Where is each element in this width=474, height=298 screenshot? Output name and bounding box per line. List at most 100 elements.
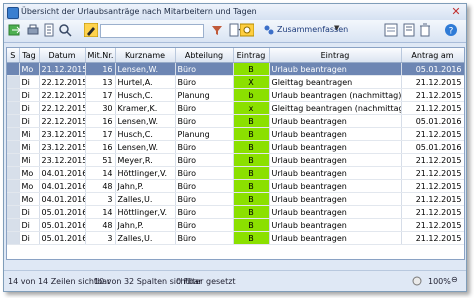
table-cell: Mi	[19, 153, 40, 167]
table-row[interactable]: Di 05.01.2016 3 Zalles,U. Büro B Urlaub beantr…	[7, 231, 464, 245]
table-cell: 13	[85, 75, 116, 89]
filter-icon[interactable]	[210, 23, 224, 37]
column-header[interactable]: Kurzname	[115, 48, 176, 63]
table-cell: 04.01.2016	[39, 192, 86, 206]
export-icon[interactable]	[8, 23, 22, 37]
column-header[interactable]: Tag	[19, 48, 40, 63]
table-cell: 21.12.2015	[401, 231, 464, 245]
table-cell: Zalles,U.	[115, 231, 176, 245]
table-cell: 14	[85, 166, 116, 180]
table-cell	[7, 205, 20, 219]
main-window: Übersicht der Urlaubsanträge nach Mitarb…	[3, 3, 467, 292]
table-cell: Büro	[175, 205, 234, 219]
table-cell: Büro	[175, 75, 234, 89]
table-cell: Büro	[175, 62, 234, 76]
table-cell: 16	[85, 62, 116, 76]
column-header[interactable]: Mit.Nr.	[85, 48, 116, 63]
zoom-menu-icon[interactable]: ⊖	[451, 275, 458, 284]
page-setup-icon[interactable]	[42, 23, 56, 37]
column-header[interactable]: Eintrag	[269, 48, 402, 63]
table-cell: Büro	[175, 179, 234, 193]
table-row[interactable]: Mi 23.12.2015 17 Husch,C. Planung B Urlaub bea…	[7, 127, 464, 141]
table-cell: Di	[19, 231, 40, 245]
table-cell: b	[233, 88, 270, 102]
table-cell: B	[233, 205, 270, 219]
delete-icon[interactable]	[418, 23, 432, 37]
table-cell: Gleittag beantragen (nachmittag)	[269, 101, 402, 115]
table-cell: Di	[19, 88, 40, 102]
table-cell: 17	[85, 127, 116, 141]
table-cell: Mo	[19, 62, 40, 76]
table-cell: Di	[19, 205, 40, 219]
table-cell	[7, 192, 20, 206]
table-body: Mo 21.12.2015 16 Lensen,W. Büro B Urlaub beant…	[7, 62, 464, 245]
print-preview-icon[interactable]	[402, 23, 416, 37]
table-cell: Höttlinger,V.	[115, 205, 176, 219]
highlight-icon[interactable]	[84, 23, 98, 37]
group-icon[interactable]	[240, 23, 254, 37]
table-cell: B	[233, 231, 270, 245]
table-cell: 16	[85, 114, 116, 128]
table-cell: Urlaub beantragen	[269, 192, 402, 206]
table-cell: 04.01.2016	[39, 166, 86, 180]
table-row[interactable]: Di 22.12.2015 30 Kramer,K. Büro x Gleittag bea…	[7, 101, 464, 115]
table-cell: B	[233, 179, 270, 193]
table-cell: 22.12.2015	[39, 88, 86, 102]
status-bar: 14 von 14 Zeilen sichtbar 10 von 32 Spal…	[4, 270, 466, 291]
table-row[interactable]: Mo 21.12.2015 16 Lensen,W. Büro B Urlaub beant…	[7, 62, 464, 76]
table-cell: Urlaub beantragen	[269, 140, 402, 154]
window-title: Übersicht der Urlaubsanträge nach Mitarb…	[21, 7, 257, 16]
table-cell: Mi	[19, 140, 40, 154]
table-cell: 05.01.2016	[401, 114, 464, 128]
table-cell: B	[233, 166, 270, 180]
column-header[interactable]: Abteilung	[175, 48, 234, 63]
table-row[interactable]: Mo 04.01.2016 48 Jahn,P. Büro B Urlaub beantra…	[7, 179, 464, 193]
summarize-icon	[264, 25, 274, 35]
print-icon[interactable]	[26, 23, 40, 37]
table-row[interactable]: Mo 04.01.2016 14 Höttlinger,V. Büro B Urlaub b…	[7, 166, 464, 180]
table-row[interactable]: Mi 23.12.2015 16 Lensen,W. Büro B Urlaub beant…	[7, 140, 464, 154]
table-cell: B	[233, 62, 270, 76]
table-row[interactable]: Di 05.01.2016 48 Jahn,P. Büro B Urlaub beantra…	[7, 218, 464, 232]
header-row: S Tag Datum Mit.Nr. Kurzname Abteilung Eintrag…	[7, 48, 464, 63]
table-cell: B	[233, 192, 270, 206]
table-cell: Büro	[175, 114, 234, 128]
table-cell: 21.12.2015	[401, 218, 464, 232]
table-cell	[7, 140, 20, 154]
table-cell: Urlaub beantragen	[269, 153, 402, 167]
column-header[interactable]: Eintrag	[233, 48, 270, 63]
table-row[interactable]: Mo 04.01.2016 3 Zalles,U. Büro B Urlaub beantr…	[7, 192, 464, 206]
table-cell: Büro	[175, 192, 234, 206]
table-cell: 21.12.2015	[401, 101, 464, 115]
summarize-chevron-down-icon[interactable]: ▼	[334, 24, 339, 32]
table-cell: 48	[85, 218, 116, 232]
table-cell: 23.12.2015	[39, 153, 86, 167]
table-cell	[7, 218, 20, 232]
table-cell: Höttlinger,V.	[115, 166, 176, 180]
table-cell: Jahn,P.	[115, 218, 176, 232]
table-cell: 22.12.2015	[39, 75, 86, 89]
zoom-level: 100%	[428, 277, 451, 286]
table-row[interactable]: Di 22.12.2015 17 Husch,C. Planung b Urlaub bea…	[7, 88, 464, 102]
table-cell: Urlaub beantragen	[269, 218, 402, 232]
data-grid[interactable]: S Tag Datum Mit.Nr. Kurzname Abteilung Eintrag…	[6, 47, 465, 260]
table-cell	[7, 101, 20, 115]
table-row[interactable]: Di 22.12.2015 13 Hurtel,A. Büro X Gleittag bea…	[7, 75, 464, 89]
table-row[interactable]: Di 05.01.2016 14 Höttlinger,V. Büro B Urlaub b…	[7, 205, 464, 219]
close-icon[interactable]: ✕	[449, 5, 463, 18]
table-cell: Gleittag beantragen	[269, 75, 402, 89]
table-cell	[7, 75, 20, 89]
table-cell: Husch,C.	[115, 127, 176, 141]
table-row[interactable]: Mi 23.12.2015 51 Meyer,R. Büro B Urlaub beantr…	[7, 153, 464, 167]
search-icon[interactable]	[58, 23, 72, 37]
table-cell: 14	[85, 205, 116, 219]
column-header[interactable]: S	[7, 48, 20, 63]
table-cell	[7, 62, 20, 76]
search-input[interactable]	[100, 24, 204, 38]
settings-icon[interactable]	[384, 23, 398, 37]
help-icon[interactable]: ?	[444, 23, 458, 37]
column-header[interactable]: Datum	[39, 48, 86, 63]
table-cell: Urlaub beantragen	[269, 205, 402, 219]
table-row[interactable]: Di 22.12.2015 16 Lensen,W. Büro B Urlaub beant…	[7, 114, 464, 128]
column-header[interactable]: Antrag am	[401, 48, 464, 63]
